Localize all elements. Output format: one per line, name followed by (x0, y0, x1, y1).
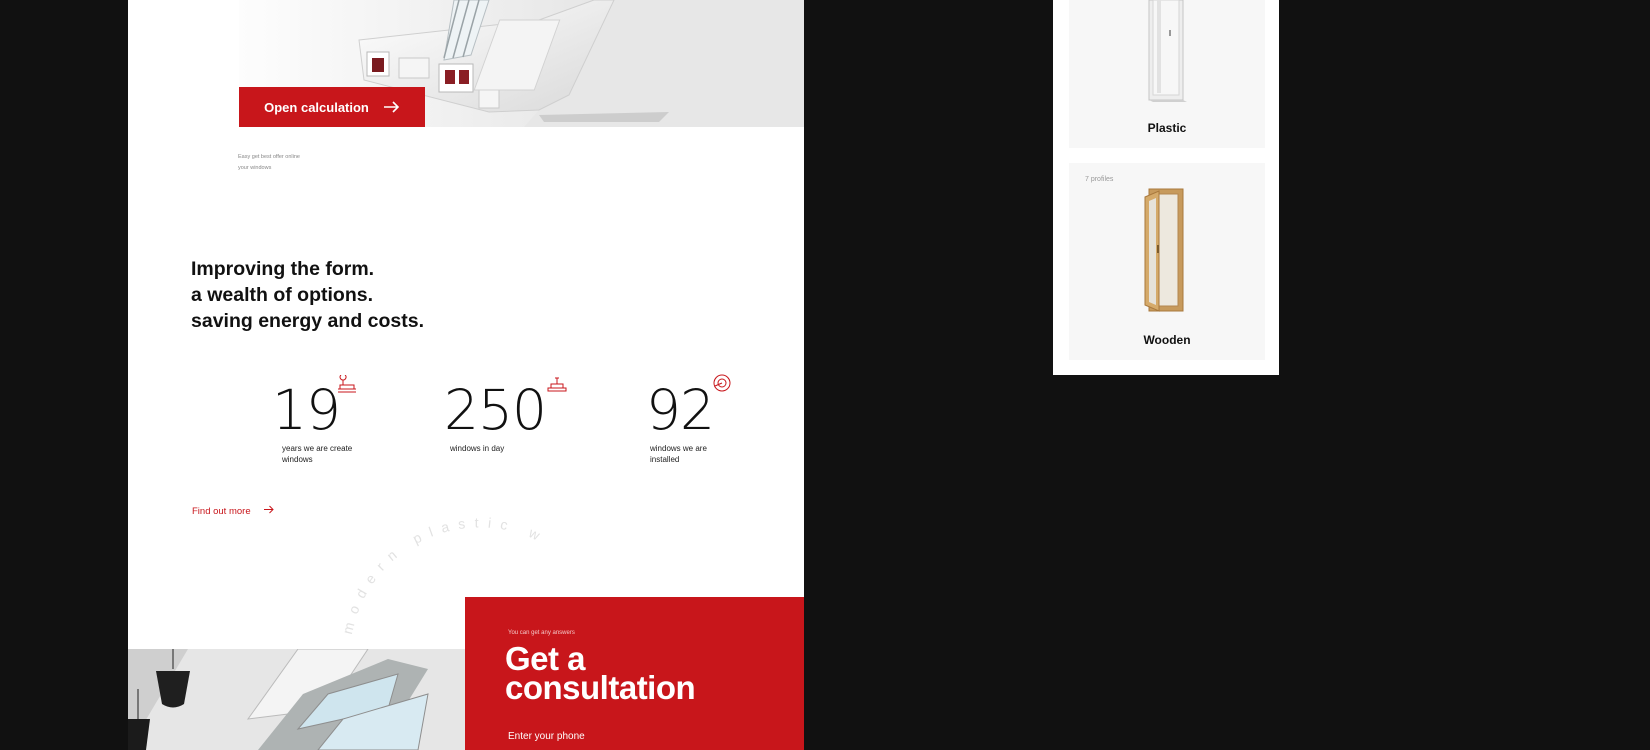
stat-years: 19 years we are create windows (272, 373, 392, 473)
card-wooden-profiles-count: 7 profiles (1085, 176, 1114, 183)
headline-line3: saving energy and costs. (191, 310, 425, 332)
card-plastic[interactable]: Plastic (1069, 0, 1265, 148)
window-profile-icon (546, 375, 568, 398)
interior-skylight-image (128, 649, 465, 750)
stat-value: 92 (646, 378, 715, 442)
stat-label-line1: years we are create (282, 444, 353, 453)
headline-line1: Improving the form. (191, 258, 375, 280)
stat-label: windows in day (450, 443, 540, 454)
window-type-panel: Plastic 7 profiles Wooden (1053, 0, 1279, 375)
arrow-right-icon (263, 505, 274, 517)
stat-label-line2: windows (282, 455, 313, 464)
hero-caption-line1: Easy get best offer online (238, 154, 300, 160)
card-plastic-title: Plastic (1147, 121, 1187, 135)
headline-line2: a wealth of options. (191, 284, 374, 306)
about-headline: Improving the form. a wealth of options.… (191, 256, 424, 334)
window-sill-icon (336, 373, 358, 398)
consultation-title-line2: consultation (505, 669, 696, 706)
plastic-window-image (1143, 0, 1193, 107)
stat-label-line2: installed (650, 455, 680, 464)
find-out-more-link[interactable]: Find out more (192, 505, 274, 517)
stat-label-line1: windows we are (650, 444, 707, 453)
stat-value: 19 (272, 378, 341, 442)
consultation-block: You can get any answers Get a consultati… (465, 597, 804, 750)
phone-input[interactable] (508, 731, 728, 742)
card-wooden[interactable]: 7 profiles Wooden (1069, 163, 1265, 360)
seal-roll-icon (712, 373, 732, 398)
stat-label: windows we are installed (650, 443, 740, 465)
stat-windows-per-day: 250 windows in day (444, 377, 584, 473)
stat-label: years we are create windows (282, 443, 372, 465)
consultation-title: Get a consultation (505, 642, 696, 706)
wooden-window-image (1141, 185, 1193, 320)
main-page: Open calculation Easy get best offer onl… (128, 0, 804, 750)
stat-installed: 92 windows we are installed (646, 374, 766, 473)
consultation-overline: You can get any answers (508, 630, 575, 636)
hero-caption: Easy get best offer online your windows (238, 152, 328, 174)
open-calculation-label: Open calculation (264, 99, 369, 115)
find-out-more-label: Find out more (192, 505, 251, 517)
stat-label-line1: windows in day (450, 444, 505, 453)
open-calculation-button[interactable]: Open calculation (239, 87, 425, 127)
hero-caption-line2: your windows (238, 165, 272, 171)
arrow-right-icon (383, 101, 400, 113)
card-wooden-title: Wooden (1143, 333, 1191, 347)
